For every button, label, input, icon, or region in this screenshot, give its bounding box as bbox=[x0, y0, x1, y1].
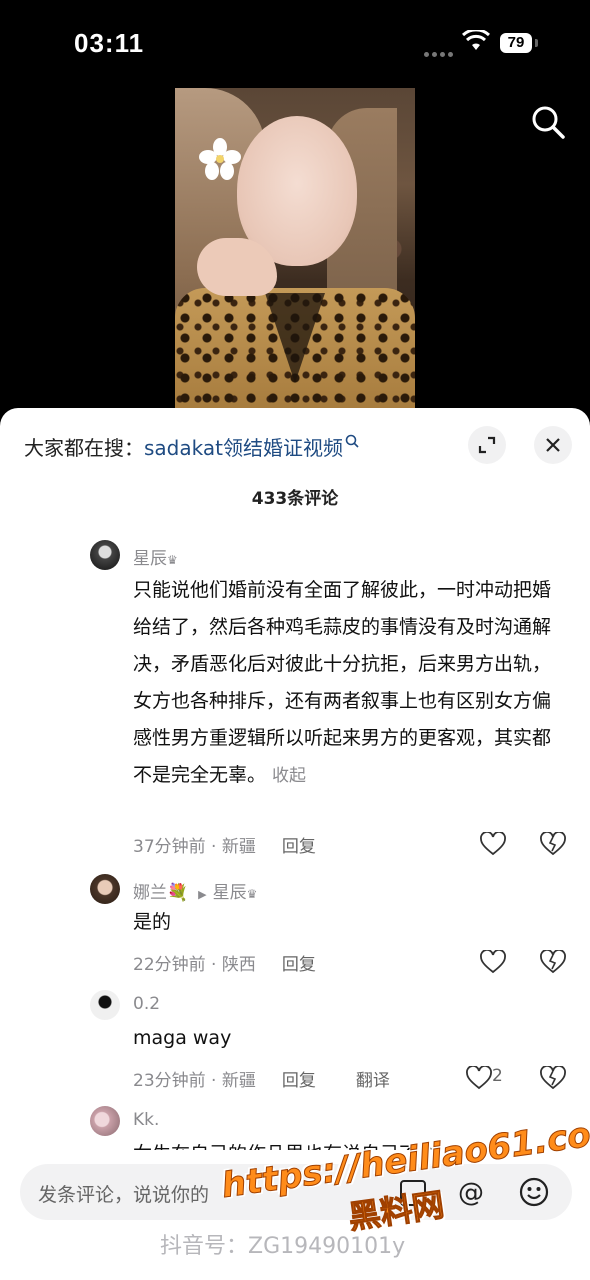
reply-to-username[interactable]: 星辰 bbox=[213, 883, 247, 903]
expand-button[interactable] bbox=[468, 426, 506, 464]
comment-meta: 22分钟前 · 陕西 回复 bbox=[133, 955, 316, 975]
broken-heart-icon[interactable] bbox=[540, 832, 566, 856]
heart-icon[interactable] bbox=[466, 1066, 492, 1090]
comment-count: 433条评论 bbox=[251, 489, 339, 509]
heart-icon[interactable] bbox=[480, 950, 506, 974]
comment-username[interactable]: Kk. bbox=[133, 1110, 159, 1130]
avatar[interactable] bbox=[90, 874, 120, 904]
trending-search-keyword[interactable]: sadakat领结婚证视频 bbox=[144, 436, 343, 460]
close-icon bbox=[546, 438, 560, 452]
like-count: 2 bbox=[492, 1066, 503, 1086]
comment-meta: 37分钟前 · 新疆 回复 bbox=[133, 837, 316, 857]
status-time: 03:11 bbox=[74, 28, 145, 58]
comment-username[interactable]: 娜兰💐 ▶ 星辰♛ bbox=[133, 878, 257, 903]
collapse-button[interactable]: 收起 bbox=[272, 766, 306, 786]
avatar[interactable] bbox=[90, 1106, 120, 1136]
crown-icon: ♛ bbox=[167, 553, 178, 567]
close-button[interactable] bbox=[534, 426, 572, 464]
mention-icon[interactable]: @ bbox=[458, 1178, 484, 1208]
comment-meta: 23分钟前 · 新疆 回复 翻译 bbox=[133, 1071, 390, 1091]
status-bar: 03:11 79 bbox=[0, 0, 590, 88]
comment-username[interactable]: 星辰♛ bbox=[133, 544, 178, 569]
flower-hairpin-icon bbox=[199, 138, 241, 180]
reply-button[interactable]: 回复 bbox=[282, 955, 316, 975]
heart-icon[interactable] bbox=[480, 832, 506, 856]
reply-button[interactable]: 回复 bbox=[282, 1071, 316, 1091]
comment-text: 是的 bbox=[133, 911, 172, 933]
broken-heart-icon[interactable] bbox=[540, 950, 566, 974]
emoji-icon[interactable] bbox=[518, 1176, 550, 1208]
comment-text: maga way bbox=[133, 1027, 232, 1049]
douyin-id: 抖音号：ZG19490101y bbox=[160, 1234, 406, 1259]
signal-icon bbox=[424, 42, 456, 61]
broken-heart-icon[interactable] bbox=[540, 1066, 566, 1090]
avatar[interactable] bbox=[90, 990, 120, 1020]
battery-tip bbox=[535, 39, 538, 47]
comment-username[interactable]: 0.2 bbox=[133, 994, 160, 1014]
comment-input-placeholder: 发条评论，说说你的 bbox=[38, 1184, 210, 1206]
trending-search-prefix: 大家都在搜： bbox=[24, 436, 144, 460]
trending-search[interactable]: 大家都在搜：sadakat领结婚证视频 bbox=[24, 432, 359, 461]
search-small-icon bbox=[345, 434, 359, 448]
comment-text: 只能说他们婚前没有全面了解彼此，一时冲动把婚给结了，然后各种鸡毛蒜皮的事情没有及… bbox=[133, 579, 552, 786]
crown-icon: ♛ bbox=[246, 887, 258, 901]
avatar[interactable] bbox=[90, 540, 120, 570]
battery-indicator: 79 bbox=[500, 33, 532, 53]
translate-button[interactable]: 翻译 bbox=[356, 1071, 390, 1091]
video-preview[interactable] bbox=[175, 88, 415, 410]
search-icon[interactable] bbox=[530, 104, 566, 140]
reply-arrow-icon: ▶ bbox=[198, 888, 207, 901]
wifi-icon bbox=[462, 30, 490, 50]
expand-icon bbox=[478, 436, 496, 454]
reply-button[interactable]: 回复 bbox=[282, 837, 316, 857]
